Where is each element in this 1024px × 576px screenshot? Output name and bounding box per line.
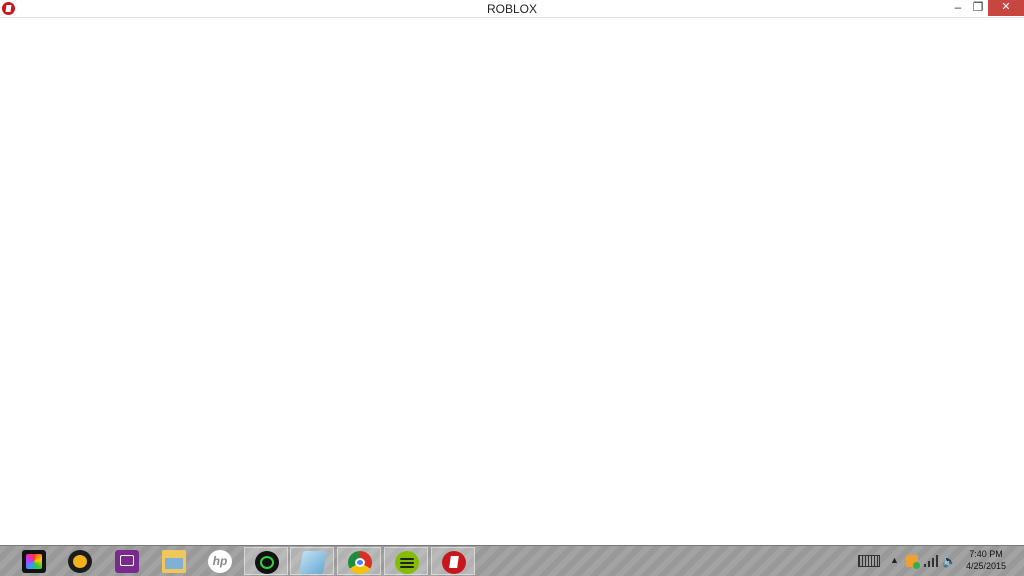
taskbar-item-hp[interactable]: hp [198, 547, 242, 575]
green-ring-app-icon [255, 551, 279, 574]
title-bar[interactable]: ROBLOX – ❐ ✕ [0, 0, 1024, 18]
spotify-icon [395, 551, 419, 574]
taskbar-item-roblox[interactable] [431, 547, 475, 575]
taskbar-item-paper[interactable] [290, 547, 334, 575]
touch-keyboard-icon[interactable] [858, 555, 880, 567]
taskbar-item-media[interactable] [58, 547, 102, 575]
taskbar-item-green[interactable] [244, 547, 288, 575]
show-hidden-icons-button[interactable]: ▲ [890, 555, 900, 571]
purple-app-icon [115, 550, 139, 573]
window-content [0, 18, 1024, 545]
media-player-icon [68, 550, 92, 573]
paper-app-icon [298, 551, 328, 574]
taskbar-item-tiles[interactable] [12, 547, 56, 575]
taskbar-item-explorer[interactable] [152, 547, 196, 575]
roblox-icon [442, 551, 466, 574]
hp-icon: hp [208, 550, 232, 573]
taskbar-item-purple[interactable] [105, 547, 149, 575]
taskbar-item-chrome[interactable] [337, 547, 381, 575]
action-center-icon[interactable] [906, 555, 920, 569]
clock-date: 4/25/2015 [965, 561, 1007, 571]
close-button[interactable]: ✕ [988, 0, 1024, 16]
clock-time: 7:40 PM [969, 549, 1003, 559]
restore-button[interactable]: ❐ [966, 0, 990, 16]
window-title: ROBLOX [486, 2, 537, 16]
volume-icon[interactable]: 🔈 [942, 554, 957, 570]
system-clock[interactable]: 7:40 PM 4/25/2015 [960, 548, 1012, 572]
chrome-icon [348, 551, 372, 574]
file-explorer-icon [162, 550, 186, 573]
colorful-tiles-app-icon [22, 550, 46, 573]
network-signal-icon[interactable] [924, 555, 938, 567]
taskbar-item-spotify[interactable] [384, 547, 428, 575]
